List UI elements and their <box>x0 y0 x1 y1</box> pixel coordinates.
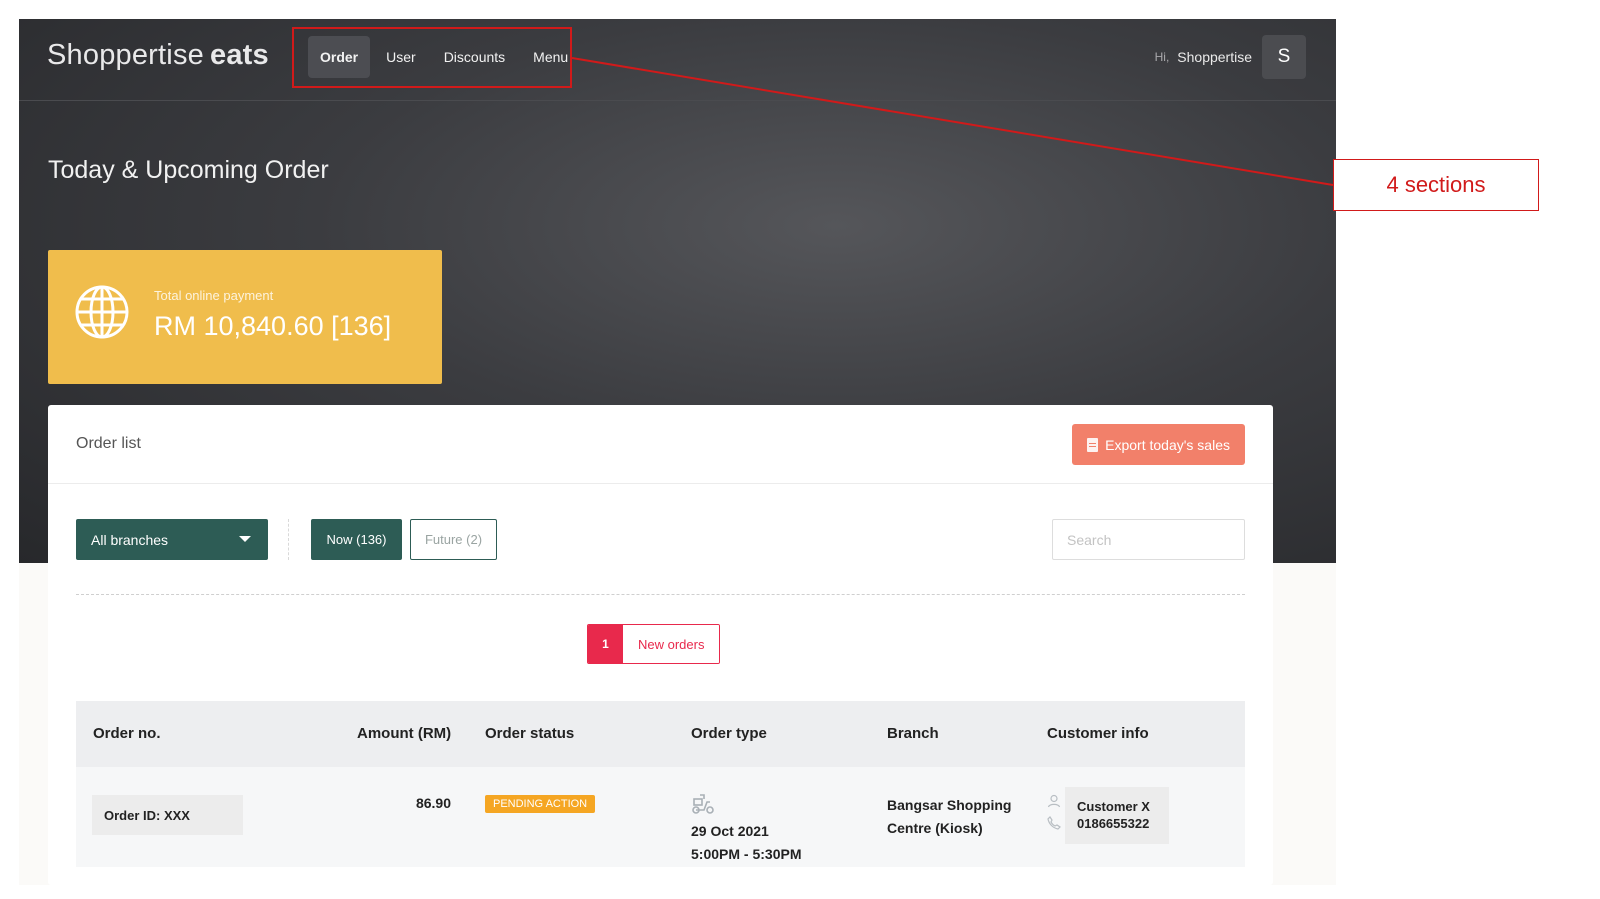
new-orders-button[interactable]: 1 New orders <box>587 624 721 664</box>
caret-down-icon <box>239 536 251 542</box>
export-sales-button[interactable]: Export today's sales <box>1072 424 1245 465</box>
globe-icon <box>75 285 129 339</box>
order-id[interactable]: Order ID: XXX <box>92 795 243 835</box>
logo-text: Shoppertise <box>47 39 204 71</box>
customer-info[interactable]: Customer X 0186655322 <box>1065 787 1169 844</box>
column-amount[interactable]: Amount (RM) <box>357 725 451 742</box>
order-list-panel: Order list Export today's sales All bran… <box>48 405 1273 885</box>
order-branch: Bangsar Shopping Centre (Kiosk) <box>887 797 1012 836</box>
column-branch[interactable]: Branch <box>887 725 939 742</box>
logo-text-bold: eats <box>209 39 269 71</box>
document-icon <box>1087 437 1099 452</box>
order-filters: All branches Now (136) Future (2) <box>76 519 1245 561</box>
tab-future[interactable]: Future (2) <box>410 519 497 560</box>
customer-phone: 0186655322 <box>1077 816 1150 831</box>
total-online-payment-card: Total online payment RM 10,840.60 [136] <box>48 250 442 384</box>
order-time: 5:00PM - 5:30PM <box>691 846 802 862</box>
order-amount: 86.90 <box>415 795 451 811</box>
new-orders-label: New orders <box>623 625 720 663</box>
branch-select-value: All branches <box>91 531 169 548</box>
customer-name: Customer X <box>1077 799 1150 814</box>
order-list-title: Order list <box>76 435 141 452</box>
phone-icon <box>1047 816 1061 830</box>
page-title: Today & Upcoming Order <box>48 156 329 184</box>
delivery-scooter-icon <box>692 794 714 814</box>
table-header: Order no. Amount (RM) Order status Order… <box>76 701 1245 767</box>
search-input[interactable] <box>1052 519 1245 560</box>
user-menu: Hi, Shoppertise S <box>1155 35 1306 79</box>
annotation-callout: 4 sections <box>1333 159 1539 211</box>
column-order-type[interactable]: Order type <box>691 725 767 742</box>
top-navigation-bar: Shoppertise eats Order User Discounts Men… <box>19 19 1336 101</box>
column-order-no[interactable]: Order no. <box>93 725 161 742</box>
greeting: Hi, <box>1154 50 1170 64</box>
customer-icons <box>1047 794 1061 830</box>
payment-label: Total online payment <box>154 288 274 303</box>
avatar[interactable]: S <box>1262 35 1306 79</box>
table-row[interactable]: Order ID: XXX 86.90 PENDING ACTION 29 Oc… <box>76 767 1245 867</box>
user-name[interactable]: Shoppertise <box>1177 49 1252 65</box>
order-date: 29 Oct 2021 <box>691 823 769 839</box>
orders-table: Order no. Amount (RM) Order status Order… <box>76 701 1245 867</box>
payment-value: RM 10,840.60 [136] <box>154 311 392 341</box>
section-divider <box>76 594 1245 595</box>
column-customer-info[interactable]: Customer info <box>1047 725 1149 742</box>
status-badge: PENDING ACTION <box>485 795 596 813</box>
filter-divider <box>288 519 289 560</box>
person-icon <box>1047 794 1061 808</box>
column-order-status[interactable]: Order status <box>485 725 574 742</box>
new-orders-count: 1 <box>588 625 623 663</box>
app-window: Shoppertise eats Order User Discounts Men… <box>19 19 1336 885</box>
export-label: Export today's sales <box>1105 436 1230 453</box>
order-list-header: Order list Export today's sales <box>48 405 1273 484</box>
app-logo[interactable]: Shoppertise eats <box>47 39 269 72</box>
branch-select[interactable]: All branches <box>76 519 268 560</box>
nav-highlight-box <box>292 27 572 88</box>
tab-now[interactable]: Now (136) <box>311 519 402 560</box>
